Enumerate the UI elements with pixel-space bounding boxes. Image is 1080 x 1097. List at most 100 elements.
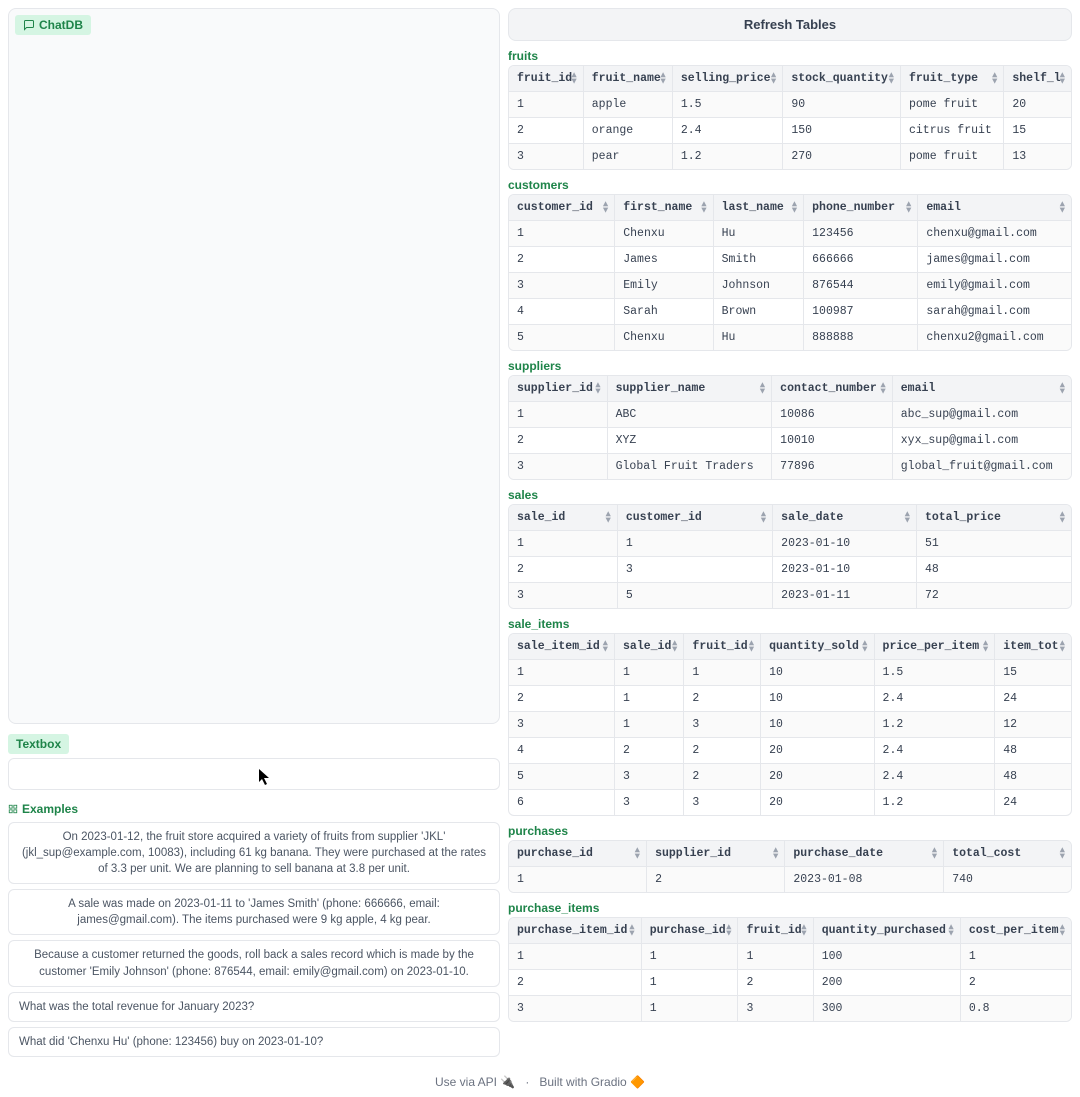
table-row[interactable]: 4SarahBrown100987sarah@gmail.com: [509, 299, 1071, 325]
column-header[interactable]: purchase_item_id▲▼: [509, 918, 641, 944]
chat-icon: [23, 19, 35, 31]
column-header[interactable]: sale_item_id▲▼: [509, 634, 615, 660]
table-row[interactable]: 5ChenxuHu888888chenxu2@gmail.com: [509, 325, 1071, 351]
table-row[interactable]: 532202.448: [509, 764, 1071, 790]
table-cell: 2.4: [874, 764, 995, 790]
table-cell: 1: [509, 402, 607, 428]
column-header[interactable]: item_tot▲▼: [995, 634, 1071, 660]
table-row[interactable]: 3133000.8: [509, 996, 1071, 1022]
gradio-icon: 🔶: [630, 1075, 645, 1089]
table-cell: Chenxu: [615, 325, 713, 351]
sort-icon: ▲▼: [760, 382, 765, 395]
column-header[interactable]: contact_number▲▼: [772, 376, 893, 402]
table-row[interactable]: 633201.224: [509, 790, 1071, 816]
example-item[interactable]: What was the total revenue for January 2…: [8, 992, 500, 1022]
table-cell: 2.4: [874, 738, 995, 764]
table-row[interactable]: 1ChenxuHu123456chenxu@gmail.com: [509, 221, 1071, 247]
table-cell: 1: [615, 660, 684, 686]
example-item[interactable]: Because a customer returned the goods, r…: [8, 940, 500, 986]
column-header[interactable]: email▲▼: [892, 376, 1071, 402]
table-row[interactable]: 112023-01-1051: [509, 531, 1071, 557]
table-row[interactable]: 212102.424: [509, 686, 1071, 712]
column-header[interactable]: price_per_item▲▼: [874, 634, 995, 660]
table-cell: 1: [641, 944, 738, 970]
examples-icon: [8, 804, 18, 814]
table-row[interactable]: 3Global Fruit Traders77896global_fruit@g…: [509, 454, 1071, 480]
column-header[interactable]: quantity_purchased▲▼: [813, 918, 960, 944]
column-header[interactable]: customer_id▲▼: [617, 505, 772, 531]
table-sale_items: sale_itemssale_item_id▲▼sale_id▲▼fruit_i…: [508, 617, 1072, 816]
table-cell: 666666: [804, 247, 918, 273]
table-cell: 2: [509, 686, 615, 712]
gradio-link[interactable]: Built with Gradio 🔶: [539, 1075, 645, 1089]
table-cell: 10: [761, 712, 874, 738]
sort-icon: ▲▼: [1060, 511, 1065, 524]
column-header[interactable]: total_price▲▼: [916, 505, 1071, 531]
column-header[interactable]: sale_date▲▼: [773, 505, 917, 531]
table-cell: 10: [761, 660, 874, 686]
table-cell: Hu: [713, 325, 804, 351]
table-row[interactable]: 232023-01-1048: [509, 557, 1071, 583]
column-header[interactable]: email▲▼: [918, 195, 1071, 221]
column-header[interactable]: first_name▲▼: [615, 195, 713, 221]
example-item[interactable]: What did 'Chenxu Hu' (phone: 123456) buy…: [8, 1027, 500, 1057]
sort-icon: ▲▼: [792, 201, 797, 214]
column-header[interactable]: selling_price▲▼: [672, 66, 783, 92]
column-header[interactable]: last_name▲▼: [713, 195, 804, 221]
column-header[interactable]: fruit_type▲▼: [900, 66, 1003, 92]
column-header[interactable]: stock_quantity▲▼: [783, 66, 901, 92]
table-cell: emily@gmail.com: [918, 273, 1071, 299]
example-item[interactable]: On 2023-01-12, the fruit store acquired …: [8, 822, 500, 884]
table-cell: 48: [916, 557, 1071, 583]
table-cell: chenxu@gmail.com: [918, 221, 1071, 247]
table-cell: 10086: [772, 402, 893, 428]
table-row[interactable]: 352023-01-1172: [509, 583, 1071, 609]
table-row[interactable]: 422202.448: [509, 738, 1071, 764]
column-header[interactable]: purchase_id▲▼: [641, 918, 738, 944]
sort-icon: ▲▼: [1060, 382, 1065, 395]
table-cell: 4: [509, 299, 615, 325]
column-header[interactable]: customer_id▲▼: [509, 195, 615, 221]
column-header[interactable]: fruit_id▲▼: [509, 66, 583, 92]
table-row[interactable]: 2orange2.4150citrus fruit15: [509, 118, 1071, 144]
sort-icon: ▲▼: [771, 72, 776, 85]
table-row[interactable]: 2XYZ10010xyx_sup@gmail.com: [509, 428, 1071, 454]
table-row[interactable]: 111101.515: [509, 660, 1071, 686]
column-header[interactable]: supplier_name▲▼: [607, 376, 772, 402]
textbox-label: Textbox: [8, 734, 69, 754]
column-header[interactable]: quantity_sold▲▼: [761, 634, 874, 660]
column-header[interactable]: fruit_id▲▼: [684, 634, 761, 660]
column-header[interactable]: sale_id▲▼: [509, 505, 617, 531]
refresh-tables-button[interactable]: Refresh Tables: [508, 8, 1072, 41]
column-header[interactable]: purchase_id▲▼: [509, 841, 647, 867]
api-link[interactable]: Use via API 🔌: [435, 1075, 515, 1089]
table-row[interactable]: 1111001: [509, 944, 1071, 970]
sort-icon: ▲▼: [603, 201, 608, 214]
example-item[interactable]: A sale was made on 2023-01-11 to 'James …: [8, 889, 500, 935]
column-header[interactable]: total_cost▲▼: [944, 841, 1071, 867]
column-header[interactable]: fruit_id▲▼: [738, 918, 813, 944]
table-row[interactable]: 2122002: [509, 970, 1071, 996]
table-cell: 1: [509, 531, 617, 557]
column-header[interactable]: fruit_name▲▼: [583, 66, 672, 92]
column-header[interactable]: sale_id▲▼: [615, 634, 684, 660]
table-row[interactable]: 1ABC10086abc_sup@gmail.com: [509, 402, 1071, 428]
table-cell: chenxu2@gmail.com: [918, 325, 1071, 351]
column-header[interactable]: cost_per_item▲▼: [960, 918, 1071, 944]
table-row[interactable]: 122023-01-08740: [509, 867, 1071, 893]
column-header[interactable]: supplier_id▲▼: [647, 841, 785, 867]
table-row[interactable]: 1apple1.590pome fruit20: [509, 92, 1071, 118]
column-header[interactable]: supplier_id▲▼: [509, 376, 607, 402]
table-row[interactable]: 313101.212: [509, 712, 1071, 738]
column-header[interactable]: shelf_l▲▼: [1004, 66, 1071, 92]
table-cell: apple: [583, 92, 672, 118]
table-row[interactable]: 3pear1.2270pome fruit13: [509, 144, 1071, 170]
table-cell: 1: [617, 531, 772, 557]
column-header[interactable]: purchase_date▲▼: [785, 841, 944, 867]
sort-icon: ▲▼: [726, 924, 731, 937]
sort-icon: ▲▼: [761, 511, 766, 524]
textbox-input[interactable]: [8, 758, 500, 790]
table-row[interactable]: 2JamesSmith666666james@gmail.com: [509, 247, 1071, 273]
column-header[interactable]: phone_number▲▼: [804, 195, 918, 221]
table-row[interactable]: 3EmilyJohnson876544emily@gmail.com: [509, 273, 1071, 299]
